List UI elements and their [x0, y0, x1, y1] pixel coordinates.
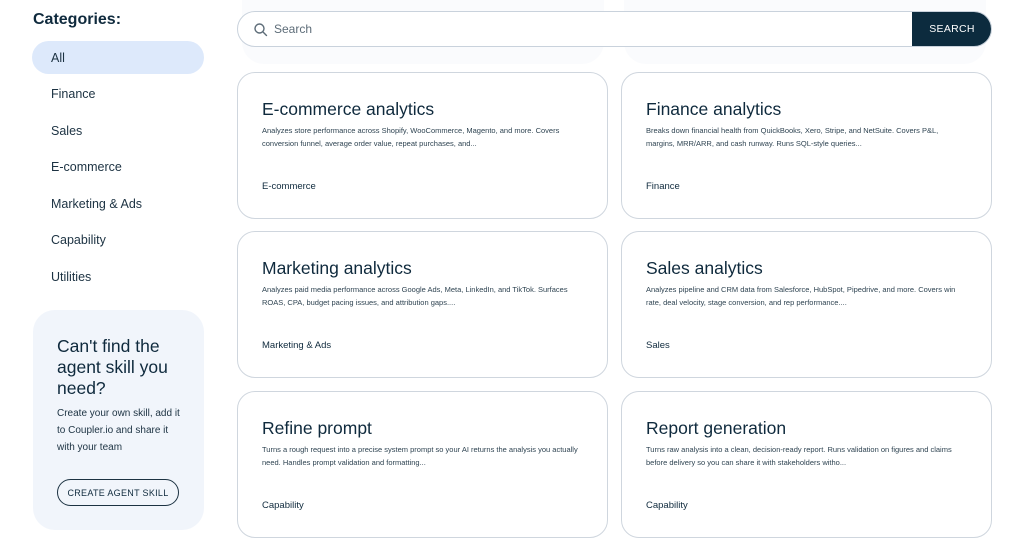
skill-card-finance-analytics[interactable]: Finance analytics Breaks down financial … — [621, 72, 992, 219]
category-item-marketing-ads[interactable]: Marketing & Ads — [32, 187, 204, 220]
card-description: Turns a rough request into a precise sys… — [262, 445, 578, 467]
create-skill-promo: Can't find the agent skill you need? Cre… — [33, 310, 204, 530]
category-item-sales[interactable]: Sales — [32, 114, 204, 147]
search-icon — [254, 23, 268, 37]
category-item-all[interactable]: All — [32, 41, 204, 74]
card-description: Analyzes paid media performance across G… — [262, 285, 568, 307]
search-input[interactable] — [274, 12, 874, 46]
skill-card-refine-prompt[interactable]: Refine prompt Turns a rough request into… — [237, 391, 608, 538]
card-description: Analyzes pipeline and CRM data from Sale… — [646, 285, 956, 307]
category-item-finance[interactable]: Finance — [32, 78, 204, 111]
card-category-tag: Sales — [646, 340, 670, 351]
category-item-ecommerce[interactable]: E-commerce — [32, 151, 204, 184]
card-title: Sales analytics — [646, 258, 763, 278]
card-description: Turns raw analysis into a clean, decisio… — [646, 445, 952, 467]
search-bar: SEARCH — [237, 11, 992, 47]
skill-card-marketing-analytics[interactable]: Marketing analytics Analyzes paid media … — [237, 231, 608, 378]
create-agent-skill-button[interactable]: CREATE AGENT SKILL — [57, 479, 179, 506]
categories-heading: Categories: — [33, 11, 122, 28]
card-category-tag: Marketing & Ads — [262, 340, 332, 351]
card-category-tag: Capability — [262, 500, 304, 511]
card-title: Marketing analytics — [262, 258, 412, 278]
card-category-tag: Finance — [646, 181, 680, 192]
card-title: E-commerce analytics — [262, 99, 435, 119]
skill-card-sales-analytics[interactable]: Sales analytics Analyzes pipeline and CR… — [621, 231, 992, 378]
card-description: Breaks down financial health from QuickB… — [646, 126, 939, 148]
promo-text: Create your own skill, add it to Coupler… — [57, 408, 180, 453]
promo-title: Can't find the agent skill you need? — [57, 336, 168, 398]
category-item-capability[interactable]: Capability — [32, 224, 204, 257]
category-item-utilities[interactable]: Utilities — [32, 261, 204, 294]
card-category-tag: Capability — [646, 500, 688, 511]
category-list: All Finance Sales E-commerce Marketing &… — [32, 41, 204, 297]
card-title: Report generation — [646, 418, 787, 438]
card-title: Finance analytics — [646, 99, 782, 119]
skill-card-report-generation[interactable]: Report generation Turns raw analysis int… — [621, 391, 992, 538]
search-button[interactable]: SEARCH — [912, 12, 991, 46]
card-title: Refine prompt — [262, 418, 372, 438]
skill-card-ecommerce-analytics[interactable]: E-commerce analytics Analyzes store perf… — [237, 72, 608, 219]
card-category-tag: E-commerce — [262, 181, 316, 192]
card-description: Analyzes store performance across Shopif… — [262, 126, 560, 148]
skills-catalog-page: Categories: All Finance Sales E-commerce… — [0, 0, 1024, 547]
